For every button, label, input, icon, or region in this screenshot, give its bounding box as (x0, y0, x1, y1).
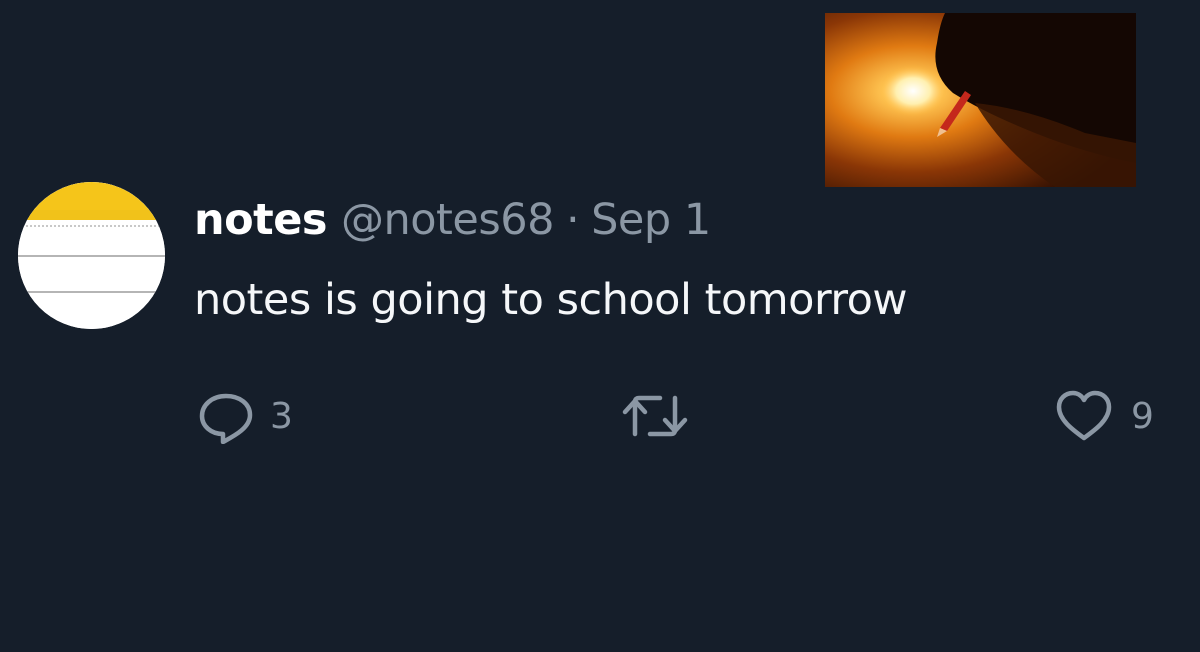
retweet-arrows-icon (620, 388, 690, 444)
candle-writing-photo (825, 13, 1136, 187)
like-button[interactable]: 9 (1053, 388, 1154, 444)
tweet-text: notes is going to school tomorrow (194, 275, 908, 325)
reply-button[interactable]: 3 (196, 388, 293, 444)
heart-icon (1053, 388, 1115, 444)
display-name[interactable]: notes (194, 190, 327, 250)
speech-bubble-icon (196, 388, 256, 444)
user-handle[interactable]: @notes68 (341, 190, 555, 250)
separator-dot: · (565, 195, 580, 245)
avatar[interactable] (18, 182, 165, 329)
tweet-header: notes @notes68 · Sep 1 (194, 190, 711, 250)
tweet-date[interactable]: Sep 1 (591, 190, 711, 250)
tweet-screen: notes @notes68 · Sep 1 notes is going to… (0, 0, 1200, 652)
retweet-button[interactable] (620, 388, 690, 444)
like-count: 9 (1131, 395, 1154, 437)
reply-count: 3 (270, 395, 293, 437)
